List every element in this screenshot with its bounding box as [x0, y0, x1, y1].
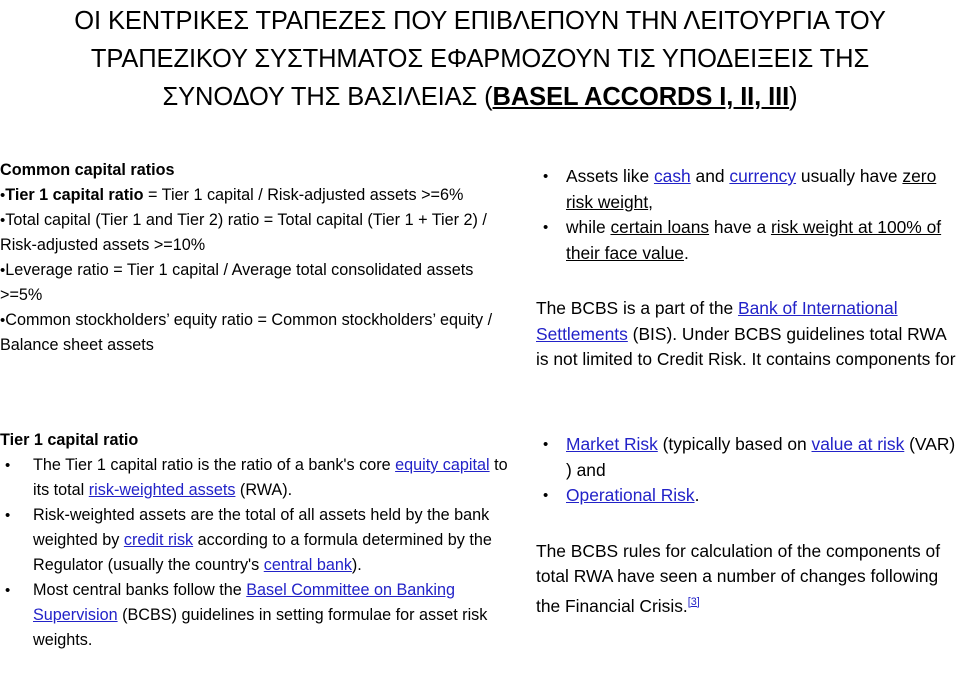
- closing-paragraph: The BCBS rules for calculation of the co…: [536, 539, 960, 619]
- tier1-b3-text-1: Most central banks follow the: [33, 581, 247, 599]
- link-risk-weighted-assets[interactable]: risk-weighted assets: [89, 481, 236, 499]
- title-basel-accords: BASEL ACCORDS I, II, III: [492, 83, 790, 111]
- bullet-glyph: •: [5, 507, 11, 524]
- title-line-1: ΟΙ ΚΕΝΤΡΙΚΕΣ ΤΡΑΠΕΖΕΣ ΠΟΥ ΕΠΙΒΛΕΠΟΥΝ ΤΗΝ…: [74, 7, 886, 35]
- left-column-ratios: Common capital ratios •Tier 1 capital ra…: [0, 158, 512, 358]
- bullet-glyph: •: [543, 168, 549, 185]
- risk-weight-block: • Assets like cash and currency usually h…: [536, 164, 960, 373]
- bullet-glyph: •: [5, 457, 11, 474]
- link-market-risk[interactable]: Market Risk: [566, 434, 658, 454]
- link-currency[interactable]: currency: [729, 166, 796, 186]
- tier1-capital-ratio-block: Tier 1 capital ratio • The Tier 1 capital…: [0, 428, 512, 653]
- risk-weight-bullet-2: • while certain loans have a risk weight …: [536, 215, 960, 266]
- tier1-bullet-2: • Risk-weighted assets are the total of a…: [0, 503, 512, 578]
- market-risk-text-1: (typically based on: [657, 434, 812, 454]
- closing-text: The BCBS rules for calculation of the co…: [536, 540, 941, 616]
- risk-component-bullet-operational-risk: • Operational Risk.: [536, 483, 960, 509]
- bullet-glyph: •: [543, 487, 549, 504]
- link-credit-risk[interactable]: credit risk: [124, 531, 193, 549]
- link-value-at-risk[interactable]: value at risk: [812, 434, 905, 454]
- tier1-ratio-label: Tier 1 capital ratio: [5, 186, 144, 204]
- rw-b1-text-2: and: [690, 166, 730, 186]
- operational-risk-text-1: .: [694, 485, 700, 505]
- risk-weight-bullet-1: • Assets like cash and currency usually h…: [536, 164, 960, 215]
- right-column-risk-components: • Market Risk (typically based on value a…: [536, 432, 960, 619]
- risk-component-bullet-market-risk: • Market Risk (typically based on value a…: [536, 432, 960, 483]
- tier1-b1-text-3: (RWA).: [235, 481, 293, 499]
- leverage-ratio-text: Leverage ratio = Tier 1 capital / Averag…: [0, 261, 474, 304]
- tier1-ratio-formula: = Tier 1 capital / Risk-adjusted assets …: [143, 186, 464, 204]
- bullet-glyph: •: [543, 219, 549, 236]
- tier1-bullet-3: • Most central banks follow the Basel Com…: [0, 578, 512, 653]
- rw-b1-text-3: usually have: [796, 166, 903, 186]
- link-operational-risk[interactable]: Operational Risk: [566, 485, 695, 505]
- risk-components-block: • Market Risk (typically based on value a…: [536, 432, 960, 619]
- common-stockholders-ratio-text: Common stockholders’ equity ratio = Comm…: [0, 311, 493, 354]
- rw-b1-text-4: ,: [648, 191, 653, 212]
- slide-canvas: ΟΙ ΚΕΝΤΡΙΚΕΣ ΤΡΑΠΕΖΕΣ ΠΟΥ ΕΠΙΒΛΕΠΟΥΝ ΤΗΝ…: [0, 0, 960, 677]
- rw-b1-text-1: Assets like: [566, 166, 654, 186]
- title-line-3-prefix: ΣΥΝΟΔΟΥ ΤΗΣ ΒΑΣΙΛΕΙΑΣ (: [162, 83, 493, 111]
- link-equity-capital[interactable]: equity capital: [395, 456, 490, 474]
- tier1-b2-text-3: ).: [351, 556, 362, 574]
- tier1-b1-text-1: The Tier 1 capital ratio is the ratio of…: [33, 456, 396, 474]
- common-capital-ratios-block: Common capital ratios •Tier 1 capital ra…: [0, 158, 512, 358]
- reference-link-3[interactable]: [3]: [688, 596, 700, 608]
- title-line-3: ΣΥΝΟΔΟΥ ΤΗΣ ΒΑΣΙΛΕΙΑΣ (BASEL ACCORDS I, …: [24, 78, 936, 116]
- total-capital-ratio-text: Total capital (Tier 1 and Tier 2) ratio …: [0, 211, 487, 254]
- rw-b2-text-3: .: [683, 242, 689, 263]
- left-column-tier1: Tier 1 capital ratio • The Tier 1 capital…: [0, 428, 512, 653]
- slide-title: ΟΙ ΚΕΝΤΡΙΚΕΣ ΤΡΑΠΕΖΕΣ ΠΟΥ ΕΠΙΒΛΕΠΟΥΝ ΤΗΝ…: [24, 2, 936, 116]
- tier1-capital-ratio-heading: Tier 1 capital ratio: [0, 431, 139, 449]
- bullet-glyph: •: [5, 582, 11, 599]
- tier1-bullet-1: • The Tier 1 capital ratio is the ratio o…: [0, 453, 512, 503]
- bullet-glyph: •: [543, 436, 549, 453]
- list-item-common-stockholders-ratio: •Common stockholders’ equity ratio = Com…: [0, 308, 512, 358]
- common-capital-ratios-heading: Common capital ratios: [0, 161, 175, 179]
- emphasis-certain-loans: certain loans: [610, 217, 710, 237]
- list-item-total-capital-ratio: •Total capital (Tier 1 and Tier 2) ratio…: [0, 208, 512, 258]
- list-item-tier1-ratio: •Tier 1 capital ratio = Tier 1 capital /…: [0, 183, 512, 208]
- list-item-leverage-ratio: •Leverage ratio = Tier 1 capital / Avera…: [0, 258, 512, 308]
- link-cash[interactable]: cash: [654, 166, 691, 186]
- rw-b2-text-1: while: [566, 217, 611, 237]
- bcbs-paragraph: The BCBS is a part of the Bank of Intern…: [536, 296, 960, 373]
- title-line-2: ΤΡΑΠΕΖΙΚΟΥ ΣΥΣΤΗΜΑΤΟΣ ΕΦΑΡΜΟΖΟΥΝ ΤΙΣ ΥΠΟ…: [90, 45, 870, 73]
- bcbs-text-1: The BCBS is a part of the: [536, 298, 739, 318]
- link-central-bank[interactable]: central bank: [264, 556, 352, 574]
- rw-b2-text-2: have a: [709, 217, 771, 237]
- right-column-risk-weights: • Assets like cash and currency usually h…: [536, 164, 960, 373]
- title-line-3-suffix: ): [789, 83, 798, 111]
